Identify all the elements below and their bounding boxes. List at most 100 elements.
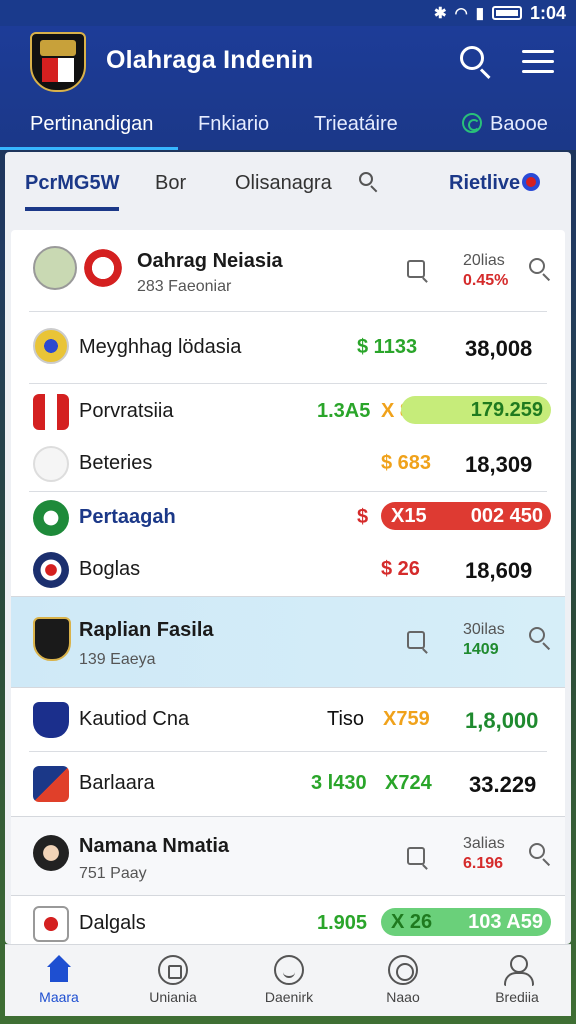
sub-tabs: PcrMG5W Bor Olisanagra Rietlive <box>5 152 571 222</box>
bluetooth-icon: ✱ <box>434 5 447 22</box>
row-value: 33.229 <box>469 772 537 797</box>
row-odd[interactable]: 3 l430 <box>311 772 367 795</box>
list-item[interactable]: Porvratsiia 1.3A5 X 86 179.259 <box>11 384 565 438</box>
user-icon <box>502 955 534 986</box>
row-value: 18,309 <box>465 452 533 477</box>
subtab-pcrmg5w[interactable]: PcrMG5W <box>25 172 120 211</box>
magnify-icon[interactable] <box>529 843 553 867</box>
signal-icon: ▮ <box>475 5 484 22</box>
row-small-top: 3alias <box>463 835 505 852</box>
main-tabs: Pertinandigan Fnkiario Trieatáire Baooe <box>0 106 576 150</box>
club-crest-icon <box>33 617 71 661</box>
row-small-value: 1409 <box>463 641 499 658</box>
nav-label: Naao <box>386 989 420 1005</box>
row-value: 18,609 <box>465 558 533 583</box>
nav-maara[interactable]: Maara <box>9 955 109 1005</box>
subtab-bor[interactable]: Bor <box>155 172 186 195</box>
club-crest-icon <box>33 766 69 802</box>
nav-brediia[interactable]: Brediia <box>467 955 567 1005</box>
match-list: Oahrag Neiasia 283 Faeoniar 20lias 0.45%… <box>11 230 565 944</box>
row-small-top: 20lias <box>463 252 505 269</box>
row-value-pill: X 26 103 A59 <box>381 908 551 936</box>
magnify-icon[interactable] <box>529 258 553 282</box>
avatar <box>33 246 77 290</box>
row-value: 1,8,000 <box>465 708 539 733</box>
row-sub: 283 Faeoniar <box>137 278 232 295</box>
club-crest-icon <box>33 552 69 588</box>
row-odd-x[interactable]: X759 <box>383 708 430 731</box>
status-bar: ✱ ◠ ▮ 1:04 <box>0 0 576 26</box>
row-odd-x[interactable]: X 26 <box>391 908 432 936</box>
list-item[interactable]: Kautiod Cna Tiso X759 1,8,000 <box>11 688 565 752</box>
magnify-icon[interactable] <box>529 627 553 651</box>
tab-fnkiario[interactable]: Fnkiario <box>168 106 284 150</box>
row-odd-x[interactable]: X15 <box>391 502 427 530</box>
club-crest-icon <box>33 500 69 536</box>
bet-slip-icon[interactable] <box>407 847 425 865</box>
row-odd-x[interactable]: X724 <box>385 772 432 795</box>
row-odd[interactable]: $ 1133 <box>357 336 417 359</box>
subtab-search-icon[interactable] <box>359 172 381 194</box>
row-odd[interactable]: $ <box>357 506 368 529</box>
row-value: 002 450 <box>470 505 543 527</box>
bet-slip-icon[interactable] <box>407 631 425 649</box>
subtab-olisanagra[interactable]: Olisanagra <box>235 172 332 195</box>
list-item[interactable]: Namana Nmatia 751 Paay 3alias 6.196 <box>11 816 565 896</box>
list-item[interactable]: Oahrag Neiasia 283 Faeoniar 20lias 0.45% <box>11 230 565 312</box>
subtab-rietlive-label: Rietlive <box>449 172 521 194</box>
subtab-rietlive[interactable]: Rietlive <box>449 172 541 195</box>
smile-icon <box>274 955 304 985</box>
nav-daenirk[interactable]: Daenirk <box>239 955 339 1005</box>
row-odd[interactable]: $ 683 <box>381 452 431 475</box>
row-odd[interactable]: $ 26 <box>381 558 420 581</box>
tab-pertinandigan[interactable]: Pertinandigan <box>0 106 178 150</box>
row-value-pill: 179.259 <box>401 396 551 424</box>
row-name: Boglas <box>79 558 141 580</box>
bet-slip-icon[interactable] <box>407 260 425 278</box>
row-odd[interactable]: 1.3A5 <box>317 400 370 423</box>
row-name: Kautiod Cna <box>79 708 190 730</box>
row-odd[interactable]: Tiso <box>327 708 364 731</box>
grid-icon <box>158 955 188 985</box>
row-small-top: 30ilas <box>463 621 505 638</box>
club-crest-icon <box>33 328 69 364</box>
club-crest-icon <box>33 906 69 942</box>
menu-icon[interactable] <box>522 44 558 80</box>
refresh-icon <box>462 113 482 133</box>
row-small-value: 0.45% <box>463 272 509 289</box>
nav-naao[interactable]: Naao <box>353 955 453 1005</box>
battery-icon <box>491 6 522 20</box>
club-crest-icon <box>33 394 69 430</box>
nav-label: Uniania <box>149 989 197 1005</box>
list-item[interactable]: Meyghhag lödasia $ 1133 38,008 <box>11 312 565 384</box>
row-name: Dalgals <box>79 912 146 934</box>
app-header: Olahraga Indenin Pertinandigan Fnkiario … <box>0 26 576 150</box>
tab-trieataire[interactable]: Trieatáire <box>284 106 432 150</box>
row-name: Raplian Fasila <box>79 619 214 641</box>
bottom-nav: Maara Uniania Daenirk Naao Brediia <box>5 944 571 1016</box>
live-icon <box>522 173 541 191</box>
nav-uniania[interactable]: Uniania <box>123 955 223 1005</box>
search-icon[interactable] <box>458 44 494 80</box>
row-name: Namana Nmatia <box>79 835 230 857</box>
row-value-pill: X15 002 450 <box>381 502 551 530</box>
content-panel: PcrMG5W Bor Olisanagra Rietlive Oahrag N… <box>5 152 571 944</box>
club-crest-icon <box>33 702 69 738</box>
row-odd[interactable]: 1.905 <box>317 912 367 935</box>
list-item[interactable]: Dalgals 1.905 X 26 103 A59 <box>11 896 565 944</box>
location-icon <box>388 955 418 985</box>
list-item[interactable]: Raplian Fasila 139 Eaeya 30ilas 1409 <box>11 596 565 688</box>
nav-label: Daenirk <box>264 989 314 1005</box>
nav-label: Brediia <box>495 989 539 1005</box>
list-item[interactable]: Boglas $ 26 18,609 <box>11 544 565 596</box>
row-name: Oahrag Neiasia <box>137 250 283 272</box>
list-item[interactable]: Pertaagah $ X15 002 450 <box>11 492 565 544</box>
row-value: 103 A59 <box>468 911 543 933</box>
row-name: Porvratsiia <box>79 400 174 422</box>
tab-baooe[interactable]: Baooe <box>432 106 548 150</box>
list-item[interactable]: Barlaara 3 l430 X724 33.229 <box>11 752 565 816</box>
club-crest-icon <box>33 835 69 871</box>
app-logo <box>30 32 86 92</box>
list-item[interactable]: Beteries $ 683 18,309 <box>11 438 565 492</box>
row-small-value: 6.196 <box>463 855 504 872</box>
